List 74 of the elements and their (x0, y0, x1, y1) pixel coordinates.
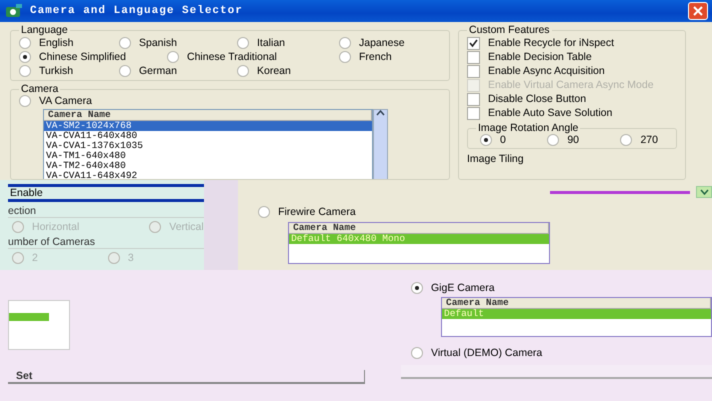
checkbox[interactable] (467, 106, 480, 120)
group-title: ection (8, 205, 204, 218)
radio-option[interactable]: Turkish (19, 64, 119, 78)
group-title: Image Tiling (467, 153, 524, 165)
checkbox[interactable] (467, 64, 480, 78)
radio-button[interactable] (19, 65, 31, 77)
radio-button[interactable] (620, 134, 632, 146)
chevron-down-icon (700, 189, 708, 195)
column-header[interactable]: Camera Name (44, 110, 372, 120)
radio-button[interactable] (237, 37, 249, 49)
checkbox[interactable] (467, 36, 480, 50)
radio-option[interactable]: French (339, 50, 419, 64)
group-title: Language (20, 24, 69, 36)
checkbox-option[interactable]: Enable Recycle for iNspect (467, 36, 677, 50)
group-title: Custom Features (468, 24, 551, 36)
radio-option[interactable]: 0 (480, 134, 506, 146)
radio-button[interactable] (119, 65, 131, 77)
radio-option[interactable]: Spanish (119, 36, 237, 50)
checkbox[interactable] (467, 50, 480, 64)
checkbox-option[interactable]: Enable Decision Table (467, 50, 677, 64)
close-icon (693, 6, 703, 16)
radio-option[interactable]: Chinese Simplified (19, 50, 167, 64)
arrow-up-icon (376, 110, 385, 116)
radio-button[interactable] (411, 282, 423, 294)
radio-option[interactable]: Japanese (339, 36, 419, 50)
table-fragment (8, 300, 70, 350)
radio-option[interactable]: 270 (620, 134, 658, 146)
radio-button[interactable] (119, 37, 131, 49)
column-header[interactable]: Camera Name (289, 223, 549, 233)
radio-button[interactable] (258, 206, 270, 218)
radio-button[interactable] (167, 51, 179, 63)
close-button[interactable] (688, 2, 708, 20)
list-item[interactable]: VA-TM1-640x480 (44, 151, 372, 161)
dropdown-button[interactable] (696, 186, 712, 198)
radio-option[interactable]: Korean (237, 64, 339, 78)
radio-button[interactable] (237, 65, 249, 77)
checkbox-option[interactable]: Enable Async Acquisition (467, 64, 677, 78)
group-title: Image Rotation Angle (477, 122, 580, 134)
group-title: umber of Cameras (8, 236, 204, 249)
column-header[interactable]: Camera Name (442, 298, 711, 308)
radio-option[interactable]: German (119, 64, 237, 78)
radio-option[interactable]: VA Camera (19, 95, 441, 107)
checkbox-option[interactable]: Disable Close Button (467, 92, 677, 106)
enable-label: Enable (8, 184, 204, 202)
scrollbar[interactable] (373, 109, 388, 179)
checkbox[interactable] (467, 92, 480, 106)
radio-option[interactable]: Firewire Camera (258, 206, 550, 218)
list-item[interactable]: VA-TM2-640x480 (44, 161, 372, 171)
group-title: Camera (20, 84, 60, 95)
radio-button[interactable] (480, 134, 492, 146)
radio-button[interactable] (19, 51, 31, 63)
radio-button[interactable] (339, 37, 351, 49)
camera-icon (4, 3, 24, 19)
radio-button[interactable] (547, 134, 560, 146)
radio-option[interactable]: 90 (547, 134, 579, 146)
radio-button[interactable] (339, 51, 351, 63)
list-item[interactable]: VA-CVA11-648x492 (44, 171, 372, 179)
window-title: Camera and Language Selector (30, 5, 244, 17)
radio-option[interactable]: English (19, 36, 119, 50)
radio-option[interactable]: GigE Camera (411, 282, 712, 294)
list-item[interactable]: VA-CVA1-1376x1035 (44, 141, 372, 151)
camera-list[interactable]: Camera Name VA-SM2-1024x768 VA-CVA11-640x480 VA-CVA1-1376x1035 VA-TM1-640x480 VA-TM2-640x480 VA-CVA11-648x492 (43, 109, 373, 179)
radio-button[interactable] (411, 347, 423, 359)
radio-option[interactable]: Italian (237, 36, 339, 50)
list-item[interactable]: VA-CVA11-640x480 (44, 131, 372, 141)
radio-button[interactable] (19, 95, 31, 107)
radio-option[interactable]: Chinese Traditional (167, 50, 339, 64)
radio-option[interactable]: Virtual (DEMO) Camera (411, 347, 712, 359)
list-item[interactable]: VA-SM2-1024x768 (44, 121, 372, 131)
set-button[interactable]: Set (8, 370, 365, 384)
radio-button[interactable] (19, 37, 31, 49)
checkbox-option[interactable]: Enable Auto Save Solution (467, 106, 677, 120)
camera-list[interactable]: Camera Name Default 640x480 Mono (288, 222, 550, 264)
camera-list[interactable]: Camera Name Default (441, 297, 712, 337)
